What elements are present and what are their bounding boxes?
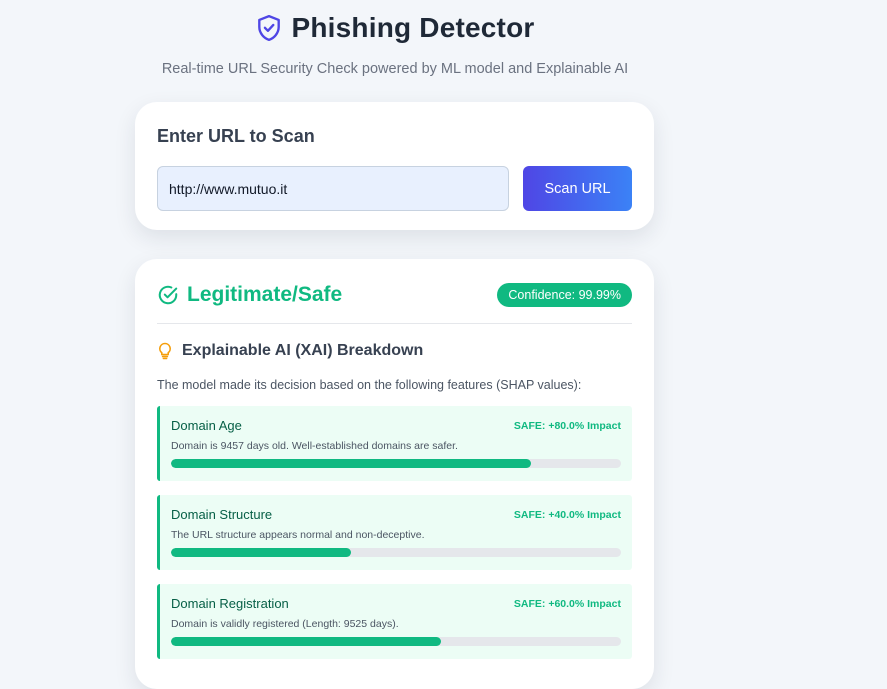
scan-card: Enter URL to Scan Scan URL [135,102,654,230]
scan-row: Scan URL [157,166,632,211]
verdict: Legitimate/Safe [157,283,342,307]
feature-item: Domain Age SAFE: +80.0% Impact Domain is… [157,406,632,481]
result-card: Legitimate/Safe Confidence: 99.99% Expla… [135,259,654,689]
xai-description: The model made its decision based on the… [157,378,582,392]
url-input[interactable] [157,166,509,211]
impact-bar-track [171,459,621,468]
impact-bar-fill [171,637,441,646]
feature-description: Domain is 9457 days old. Well-establishe… [171,440,458,452]
feature-name: Domain Registration [171,596,289,611]
feature-item: Domain Structure SAFE: +40.0% Impact The… [157,495,632,570]
feature-description: Domain is validly registered (Length: 95… [171,618,399,630]
check-circle-icon [158,285,178,305]
feature-impact: SAFE: +80.0% Impact [513,419,621,432]
page-subtitle: Real-time URL Security Check powered by … [161,61,629,77]
scan-url-button[interactable]: Scan URL [523,166,632,211]
title-row: Phishing Detector [0,10,790,46]
scan-heading: Enter URL to Scan [157,126,315,146]
shield-check-icon [257,14,280,42]
impact-bar-fill [171,548,351,557]
feature-impact: SAFE: +40.0% Impact [513,508,621,521]
confidence-badge: Confidence: 99.99% [497,283,632,307]
page-header: Phishing Detector Real-time URL Security… [0,0,790,77]
impact-bar-track [171,637,621,646]
impact-bar-track [171,548,621,557]
feature-name: Domain Age [171,418,242,433]
feature-description: The URL structure appears normal and non… [171,529,425,541]
lightbulb-icon [159,342,171,360]
page-title: Phishing Detector [291,12,535,43]
result-header: Legitimate/Safe Confidence: 99.99% [157,281,632,309]
feature-impact: SAFE: +60.0% Impact [513,597,621,610]
xai-title: Explainable AI (XAI) Breakdown [182,342,424,359]
impact-bar-fill [171,459,531,468]
feature-item: Domain Registration SAFE: +60.0% Impact … [157,584,632,659]
divider [157,323,632,324]
feature-name: Domain Structure [171,507,273,522]
xai-header: Explainable AI (XAI) Breakdown [157,342,632,360]
verdict-label: Legitimate/Safe [187,283,343,306]
